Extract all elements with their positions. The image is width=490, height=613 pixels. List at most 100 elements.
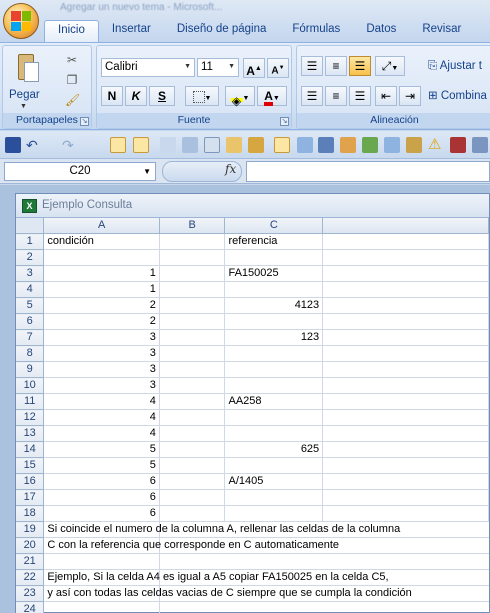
cell-b[interactable] (159, 233, 226, 251)
font-color-button[interactable]: A▼ (257, 86, 287, 106)
cell-a[interactable]: Si coincide el numero de la columna A, r… (43, 521, 400, 539)
cell-c[interactable]: 625 (224, 441, 324, 459)
cell-c[interactable] (224, 505, 324, 523)
row-header[interactable]: 17 (16, 489, 45, 507)
cell-c[interactable] (224, 249, 324, 267)
cell-c[interactable] (224, 361, 324, 379)
tab-insertar[interactable]: Insertar (99, 20, 164, 42)
cell-b[interactable] (159, 377, 226, 395)
cell-c[interactable]: 4123 (224, 297, 324, 315)
cell-a[interactable]: 3 (43, 345, 160, 363)
cell-a[interactable]: 3 (43, 361, 160, 379)
toolbar-icon-6[interactable] (226, 137, 242, 153)
cell-a[interactable]: 1 (43, 265, 160, 283)
tab-datos[interactable]: Datos (353, 20, 409, 42)
cell-c[interactable] (224, 345, 324, 363)
row-header[interactable]: 22 (16, 569, 45, 587)
cell-d[interactable] (322, 281, 489, 299)
cell-a[interactable]: C con la referencia que corresponde en C… (43, 537, 339, 555)
cell-d[interactable] (322, 505, 489, 523)
row-header[interactable]: 16 (16, 473, 45, 491)
row-header[interactable]: 5 (16, 297, 45, 315)
cell-b[interactable] (159, 409, 226, 427)
tab-inicio[interactable]: Inicio (44, 20, 99, 42)
cell-d[interactable] (322, 457, 489, 475)
toolbar-icon-16[interactable] (472, 137, 488, 153)
cell-a[interactable]: 3 (43, 329, 160, 347)
name-box[interactable]: C20 ▼ (4, 162, 156, 181)
row-header[interactable]: 10 (16, 377, 45, 395)
cell-b[interactable] (159, 345, 226, 363)
cell-d[interactable] (322, 329, 489, 347)
column-header-a[interactable]: A (43, 218, 160, 235)
cell-b[interactable] (159, 361, 226, 379)
toolbar-icon-12[interactable] (362, 137, 378, 153)
cell-b[interactable] (159, 265, 226, 283)
cell-c[interactable] (224, 313, 324, 331)
cell-d[interactable] (322, 537, 489, 555)
fill-color-button[interactable]: ◈▼ (225, 86, 255, 108)
cell-a[interactable]: 4 (43, 425, 160, 443)
column-header-b[interactable]: B (159, 218, 226, 235)
row-header[interactable]: 1 (16, 233, 45, 251)
underline-button[interactable]: S (149, 86, 175, 106)
font-launcher-icon[interactable]: ↘ (280, 117, 289, 126)
paste-dropdown-icon[interactable]: ▼ (20, 103, 27, 110)
toolbar-icon-15[interactable] (450, 137, 466, 153)
align-left-button[interactable]: ☰ (301, 86, 323, 106)
row-header[interactable]: 2 (16, 249, 45, 267)
cell-b[interactable] (159, 553, 225, 571)
clipboard-launcher-icon[interactable]: ↘ (80, 117, 89, 126)
toolbar-icon-2[interactable] (133, 137, 149, 153)
font-size-combo[interactable]: 11 ▼ (197, 58, 239, 77)
column-header-c[interactable]: C (224, 218, 324, 235)
toolbar-icon-3[interactable] (160, 137, 176, 153)
cell-b[interactable] (159, 329, 226, 347)
row-header[interactable]: 21 (16, 553, 45, 571)
tab-diseno-pagina[interactable]: Diseño de página (164, 20, 280, 42)
cell-d[interactable] (322, 489, 489, 507)
row-header[interactable]: 6 (16, 313, 45, 331)
cell-b[interactable] (159, 457, 226, 475)
toolbar-icon-10[interactable] (318, 137, 334, 153)
row-header[interactable]: 20 (16, 537, 45, 555)
cell-d[interactable] (322, 233, 489, 251)
decrease-indent-button[interactable]: ⇤ (375, 86, 397, 106)
orientation-button[interactable]: ⤢▼ (375, 56, 405, 76)
cell-a[interactable] (43, 601, 160, 613)
cell-b[interactable] (159, 281, 226, 299)
cell-d[interactable] (322, 345, 489, 363)
row-header[interactable]: 19 (16, 521, 45, 539)
cell-d[interactable] (322, 361, 489, 379)
cell-b[interactable] (159, 313, 226, 331)
cell-a[interactable] (43, 249, 160, 267)
bold-button[interactable]: N (101, 86, 123, 106)
shrink-font-button[interactable]: A▼ (267, 58, 289, 78)
format-painter-icon[interactable]: 🖌 (65, 93, 80, 107)
row-header[interactable]: 13 (16, 425, 45, 443)
cell-d[interactable] (322, 473, 489, 491)
cell-d[interactable] (322, 377, 489, 395)
align-bottom-button[interactable]: ☰ (349, 56, 371, 76)
toolbar-icon-13[interactable] (384, 137, 400, 153)
workbook-title-bar[interactable]: X Ejemplo Consulta (16, 194, 489, 218)
toolbar-icon-1[interactable] (110, 137, 126, 153)
cell-b[interactable] (159, 441, 226, 459)
row-header[interactable]: 4 (16, 281, 45, 299)
toolbar-icon-14[interactable] (406, 137, 422, 153)
cell-d[interactable] (322, 297, 489, 315)
merge-center-button[interactable]: ⊞ Combina (427, 86, 490, 106)
cell-c[interactable] (224, 425, 324, 443)
row-header[interactable]: 15 (16, 457, 45, 475)
cell-a[interactable]: 4 (43, 409, 160, 427)
wrap-text-button[interactable]: ⎘ Ajustar t (427, 56, 490, 76)
cell-c[interactable] (224, 457, 324, 475)
cell-c[interactable] (224, 409, 324, 427)
cell-a[interactable]: 5 (43, 457, 160, 475)
row-header[interactable]: 18 (16, 505, 45, 523)
row-header[interactable]: 12 (16, 409, 45, 427)
cut-icon[interactable]: ✂ (65, 53, 79, 67)
cell-a[interactable]: 6 (43, 505, 160, 523)
font-name-combo[interactable]: Calibri ▼ (101, 58, 195, 77)
cell-a[interactable]: condición (43, 233, 160, 251)
